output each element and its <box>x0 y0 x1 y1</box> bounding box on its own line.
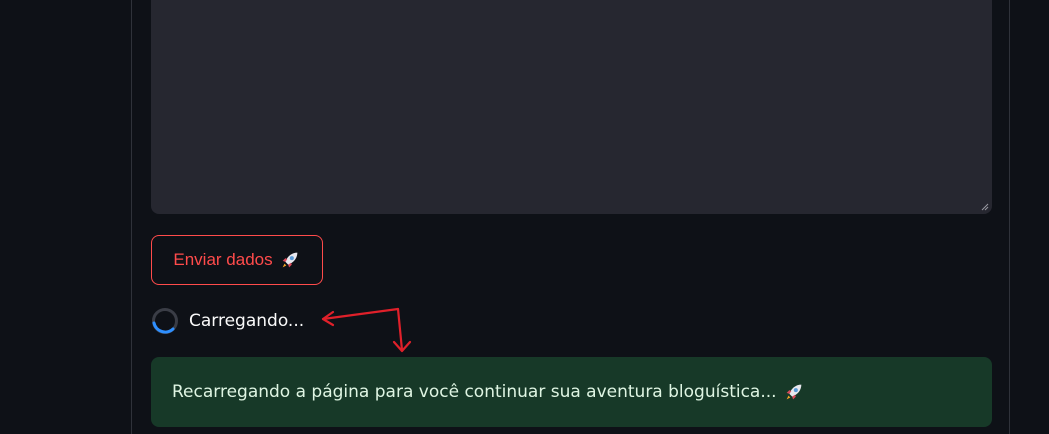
rocket-icon <box>282 252 297 268</box>
rocket-icon <box>786 384 801 400</box>
submit-button[interactable]: Enviar dados <box>151 235 323 285</box>
success-message: Recarregando a página para você continua… <box>172 382 777 402</box>
resize-handle-icon[interactable] <box>981 203 989 211</box>
loading-spinner-icon <box>152 308 178 334</box>
loading-text: Carregando... <box>189 311 305 331</box>
app-page: Enviar dados Carregando... Recarregando … <box>0 0 1049 434</box>
success-alert: Recarregando a página para você continua… <box>151 357 992 427</box>
message-textarea[interactable] <box>151 0 992 214</box>
submit-button-label: Enviar dados <box>173 250 273 269</box>
